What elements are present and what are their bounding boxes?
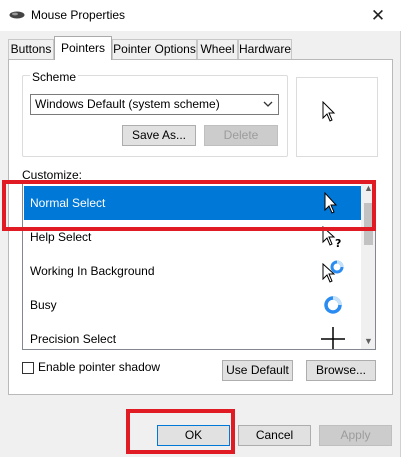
list-item-label: Busy <box>30 298 57 312</box>
title-bar: Mouse Properties ✕ <box>0 0 401 31</box>
arrow-cursor-icon <box>324 191 338 214</box>
scroll-down-icon[interactable]: ▼ <box>361 334 375 349</box>
tab-pointer-options[interactable]: Pointer Options <box>112 39 197 59</box>
tab-wheel[interactable]: Wheel <box>197 39 238 59</box>
svg-text:?: ? <box>335 237 341 250</box>
mouse-properties-window: Mouse Properties ✕ Buttons Pointers Poin… <box>0 0 401 457</box>
close-button[interactable]: ✕ <box>355 0 401 31</box>
mouse-icon <box>9 11 25 19</box>
tab-buttons[interactable]: Buttons <box>8 39 54 59</box>
list-item-precision-select[interactable]: Precision Select <box>24 322 361 349</box>
list-item-label: Precision Select <box>30 332 117 346</box>
working-cursor-icon <box>322 260 344 283</box>
scroll-up-icon[interactable]: ▲ <box>361 181 375 196</box>
pointer-shadow-label: Enable pointer shadow <box>38 360 161 374</box>
save-as-button[interactable]: Save As... <box>122 125 196 146</box>
window-title: Mouse Properties <box>31 8 126 22</box>
list-item-working-in-background[interactable]: Working In Background <box>24 254 361 288</box>
tab-pointers[interactable]: Pointers <box>54 36 112 60</box>
list-item-normal-select[interactable]: Normal Select <box>24 186 361 220</box>
ok-button[interactable]: OK <box>157 425 230 446</box>
chevron-down-icon <box>263 101 273 107</box>
close-icon: ✕ <box>370 5 386 25</box>
list-item-label: Normal Select <box>30 196 106 210</box>
tab-hardware[interactable]: Hardware <box>238 39 292 59</box>
crosshair-icon <box>321 327 345 349</box>
cursor-list[interactable]: Normal Select Help Select ? Working In B… <box>22 180 376 350</box>
browse-button[interactable]: Browse... <box>306 360 376 381</box>
scheme-selected-value: Windows Default (system scheme) <box>35 97 220 111</box>
busy-ring-icon <box>324 296 342 314</box>
scheme-group-label: Scheme <box>30 70 79 84</box>
pointer-preview <box>296 77 378 157</box>
apply-button[interactable]: Apply <box>319 425 392 446</box>
list-item-busy[interactable]: Busy <box>24 288 361 322</box>
help-cursor-icon: ? <box>322 225 341 250</box>
list-item-label: Working In Background <box>30 264 155 278</box>
list-item-label: Help Select <box>30 230 92 244</box>
delete-button[interactable]: Delete <box>204 125 278 146</box>
arrow-cursor-icon <box>322 101 336 122</box>
use-default-button[interactable]: Use Default <box>222 360 293 381</box>
list-scrollbar[interactable]: ▲ ▼ <box>361 181 375 349</box>
list-item-help-select[interactable]: Help Select ? <box>24 220 361 254</box>
scroll-thumb[interactable] <box>364 203 373 245</box>
scheme-dropdown[interactable]: Windows Default (system scheme) <box>30 94 279 115</box>
cancel-button[interactable]: Cancel <box>238 425 311 446</box>
pointer-shadow-checkbox[interactable] <box>22 362 34 374</box>
